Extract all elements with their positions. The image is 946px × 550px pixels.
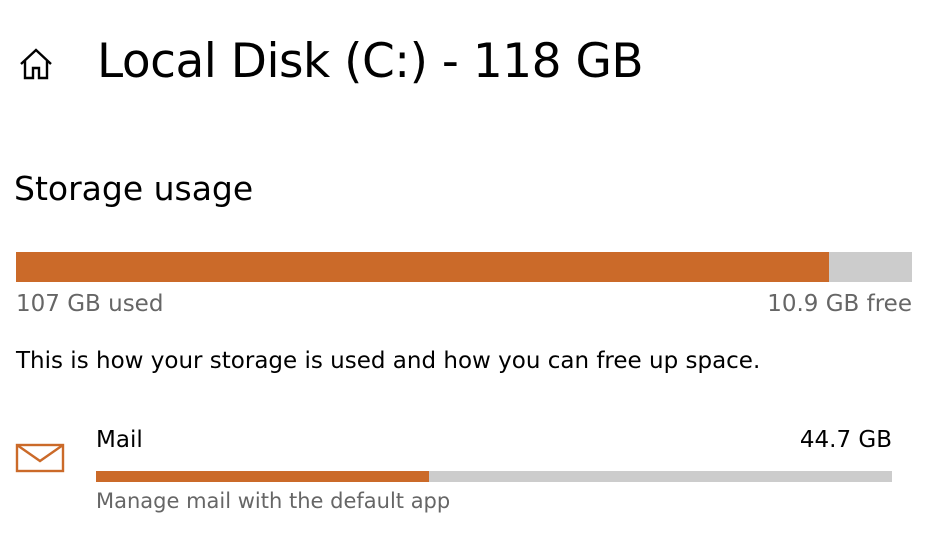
used-space-label: 107 GB used <box>16 291 164 317</box>
category-item-mail[interactable]: Mail 44.7 GB Manage mail with the defaul… <box>0 420 946 520</box>
page-title: Local Disk (C:) - 118 GB <box>97 34 644 89</box>
mail-icon <box>15 443 65 473</box>
storage-description: This is how your storage is used and how… <box>16 348 761 374</box>
category-description: Manage mail with the default app <box>96 489 451 513</box>
storage-usage-bar <box>16 252 912 282</box>
free-space-label: 10.9 GB free <box>767 291 912 317</box>
category-usage-bar-fill <box>96 471 429 482</box>
storage-usage-bar-fill <box>16 252 829 282</box>
category-usage-bar <box>96 471 892 482</box>
category-name: Mail <box>96 427 143 453</box>
home-button[interactable] <box>14 42 58 86</box>
home-icon <box>20 48 52 80</box>
storage-usage-heading: Storage usage <box>14 169 254 208</box>
category-size: 44.7 GB <box>799 427 892 453</box>
